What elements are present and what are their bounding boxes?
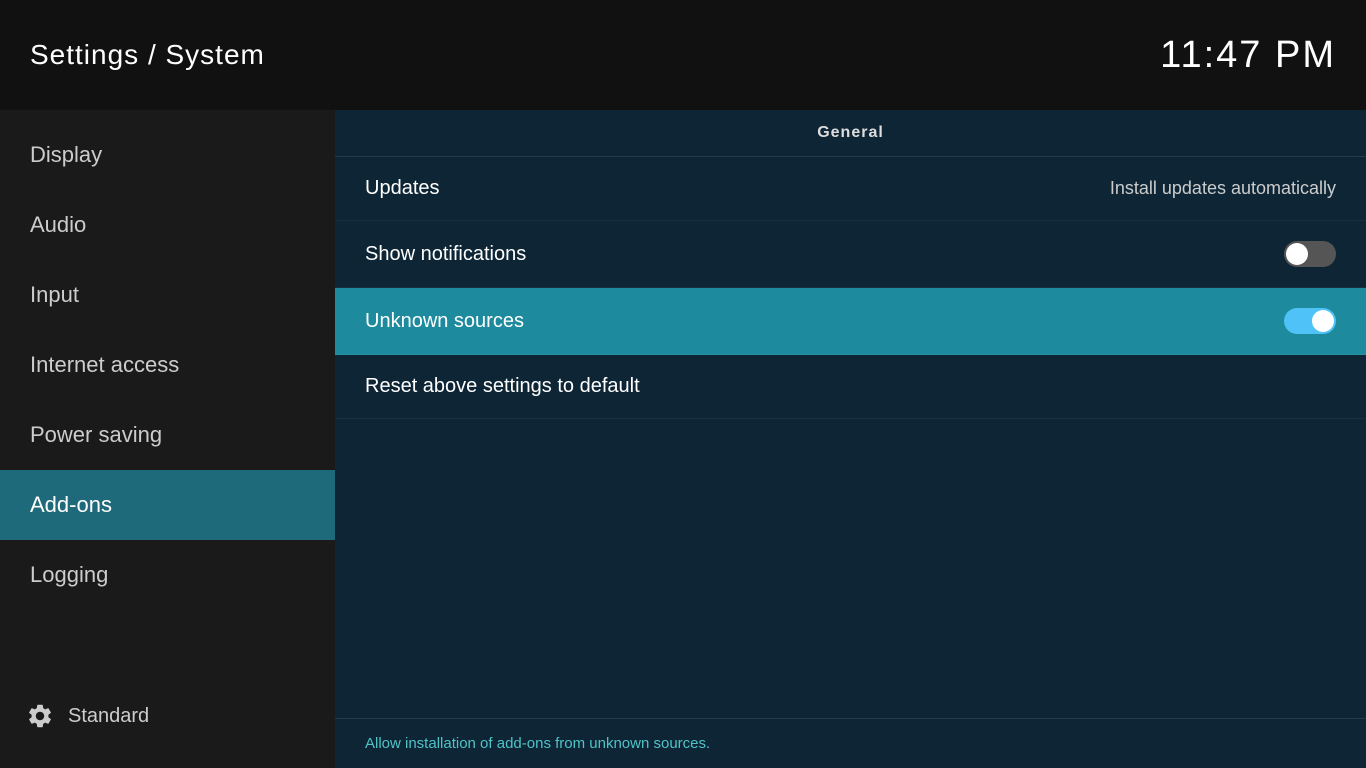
main-layout: DisplayAudioInputInternet accessPower sa… [0,110,1366,768]
settings-row-reset-settings[interactable]: Reset above settings to default [335,355,1366,419]
content-area: General Updates Install updates automatic… [335,110,1366,768]
toggle-unknown-sources[interactable] [1284,308,1336,334]
sidebar-item-audio[interactable]: Audio [0,190,335,260]
settings-row-label-show-notifications: Show notifications [365,243,526,266]
section-header: General [335,110,1366,157]
content-footer-hint: Allow installation of add-ons from unkno… [335,718,1366,768]
sidebar-item-display[interactable]: Display [0,120,335,190]
settings-row-label-unknown-sources: Unknown sources [365,310,524,333]
page-title: Settings / System [30,39,265,71]
settings-row-unknown-sources[interactable]: Unknown sources [335,288,1366,355]
gear-icon [26,702,54,730]
content-body: General Updates Install updates automatic… [335,110,1366,718]
sidebar-item-logging[interactable]: Logging [0,540,335,610]
sidebar-nav: DisplayAudioInputInternet accessPower sa… [0,110,335,610]
sidebar-item-add-ons[interactable]: Add-ons [0,470,335,540]
settings-row-updates[interactable]: Updates Install updates automatically [335,157,1366,221]
settings-row-value-updates: Install updates automatically [1110,178,1336,199]
settings-level-label: Standard [68,705,149,728]
toggle-knob-unknown-sources [1312,310,1334,332]
sidebar-item-input[interactable]: Input [0,260,335,330]
settings-row-label-reset-settings: Reset above settings to default [365,375,640,398]
toggle-show-notifications[interactable] [1284,241,1336,267]
sidebar-footer[interactable]: Standard [0,684,335,748]
header: Settings / System 11:47 PM [0,0,1366,110]
settings-row-label-updates: Updates [365,177,440,200]
clock: 11:47 PM [1160,34,1336,77]
sidebar-item-internet-access[interactable]: Internet access [0,330,335,400]
toggle-knob-show-notifications [1286,243,1308,265]
sidebar-item-power-saving[interactable]: Power saving [0,400,335,470]
sidebar: DisplayAudioInputInternet accessPower sa… [0,110,335,768]
settings-row-show-notifications[interactable]: Show notifications [335,221,1366,288]
